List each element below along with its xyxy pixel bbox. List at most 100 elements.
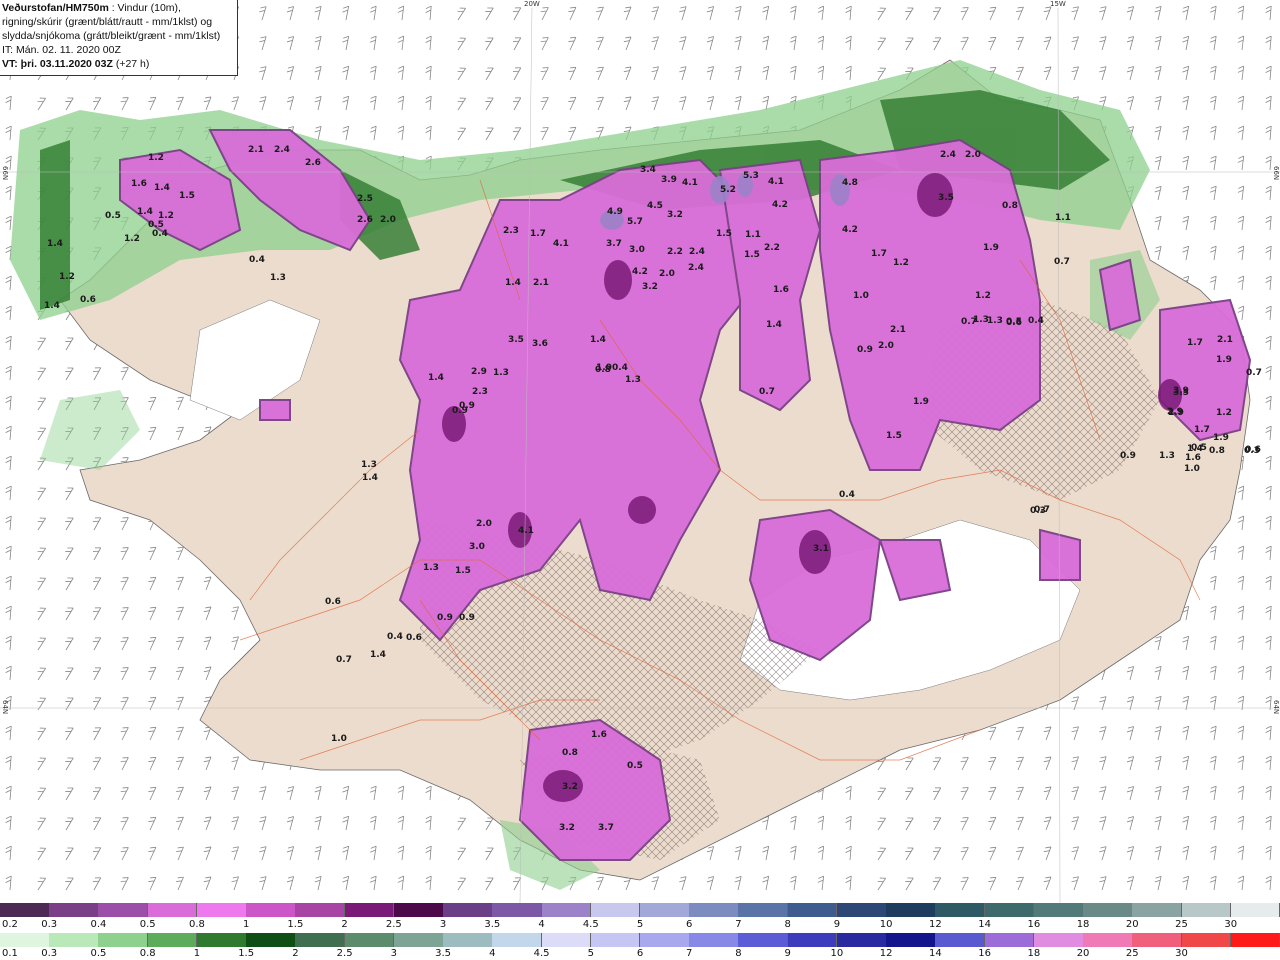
wind-barb [1264,335,1272,351]
coord-top-right: 15W [1050,0,1066,8]
rain-swatch [689,933,739,947]
wind-barb [1124,4,1135,21]
wind-barb [732,844,742,861]
wind-barb [453,815,467,831]
wind-barb [1208,154,1217,171]
wind-barb [453,95,467,111]
wind-barb [368,64,377,81]
wind-barb [1208,94,1217,111]
wind-barb [957,784,969,801]
precip-value-label: 0.5 [627,761,643,771]
wind-barb [4,605,12,621]
wind-barb [424,815,432,831]
rain-color-bar [0,933,1280,947]
wind-barb [1264,845,1272,861]
wind-barb [396,95,405,111]
wind-barb [61,485,74,501]
wind-barb [4,485,12,501]
snow-label: 4 [538,919,545,930]
wind-barb [929,4,942,21]
wind-barb [1236,5,1245,21]
wind-barb [228,754,239,771]
wind-barb [676,4,687,21]
wind-barb [256,784,267,801]
snow-label: 3.5 [484,919,501,930]
wind-barb [284,94,295,111]
wind-barb [284,784,295,801]
wind-barb [1264,185,1272,201]
wind-barb [228,784,239,801]
snow-swatch [49,903,99,917]
wind-barb [61,755,74,771]
wind-barb [117,784,129,801]
wind-barb [172,844,184,861]
rain-label: 6 [636,948,644,959]
rain-swatch [246,933,296,947]
wind-barb [145,544,157,561]
wind-barb [509,64,522,81]
wind-barb [1040,34,1052,51]
wind-barb [33,515,47,531]
precip-value-label: 1.3 [361,460,377,470]
rain-swatch [1033,933,1084,947]
wind-barb [1124,664,1135,681]
snow-label: 8 [784,919,791,930]
wind-barb [312,124,322,141]
wind-barb [256,64,267,81]
precip-value-label: 3.7 [598,823,614,833]
wind-barb [117,574,129,591]
snow-swatch [787,903,838,917]
precip-value-label: 2.0 [878,341,894,351]
precip-value-label: 0.9 [1120,451,1136,461]
wind-barb [732,34,742,51]
wind-barb [1152,154,1162,171]
wind-barb [61,845,74,861]
wind-barb [117,814,129,831]
rain-swatch [984,933,1035,947]
wind-barb [1068,4,1079,21]
snow-label: 9 [833,919,841,930]
wind-barb [565,64,577,81]
wind-barb [816,875,825,891]
precip-value-label: 3.2 [562,782,578,792]
precip-value-label: 1.3 [423,563,439,573]
wind-barb [61,545,74,561]
wind-barb [172,544,184,561]
wind-barb [873,785,887,801]
wind-barb [1236,725,1245,741]
coord-right-top: 66N [1272,166,1280,181]
wind-barb [1208,754,1217,771]
wind-barb [368,4,377,21]
wind-barb [89,874,102,891]
wind-barb [620,64,632,81]
wind-barb [1236,125,1245,141]
wind-barb [957,34,969,51]
wind-barb [172,604,184,621]
wind-barb [61,335,74,351]
wind-barb [844,845,852,861]
wind-barb [172,754,184,771]
wind-barb [901,35,914,51]
wind-barb [117,844,129,861]
wind-barb [396,785,405,801]
wind-barb [200,844,212,861]
wind-barb [1180,814,1190,831]
precip-value-label: 0.5 [1006,317,1022,327]
wind-barb [844,35,852,51]
precip-value-label: 0.9 [437,613,453,623]
wind-barb [929,874,942,891]
wind-barb [117,364,129,381]
snow-label: 0.4 [90,919,107,930]
wind-barb [33,605,47,621]
wind-barb [453,845,467,861]
snow-swatch [196,903,247,917]
wind-barb [1264,155,1272,171]
wind-barb [61,575,74,591]
wind-barb [1208,874,1217,891]
wind-barb [1264,305,1272,321]
wind-barb [89,514,102,531]
rain-swatch [541,933,592,947]
wind-barb [1264,275,1272,291]
wind-barb [33,545,47,561]
wind-barb [89,634,102,651]
